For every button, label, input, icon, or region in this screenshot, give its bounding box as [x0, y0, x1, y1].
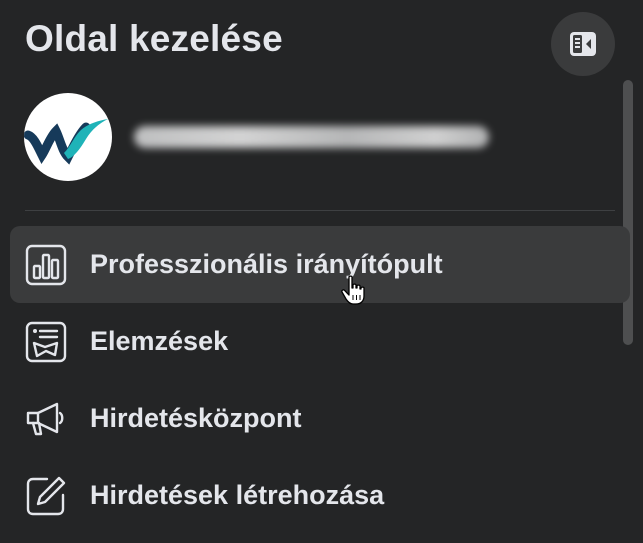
sidebar-collapse-icon: [570, 32, 596, 56]
page-name-redacted: [134, 126, 489, 148]
menu-item-insights[interactable]: Elemzések: [10, 303, 630, 380]
menu-item-professional-dashboard[interactable]: Professzionális irányítópult: [10, 226, 630, 305]
dashboard-chart-icon: [24, 243, 68, 287]
menu-item-label: Hirdetésközpont: [90, 403, 302, 433]
menu-item-create-ads[interactable]: Hirdetések létrehozása: [10, 457, 630, 534]
page-avatar[interactable]: [24, 93, 112, 181]
menu-item-ad-center[interactable]: Hirdetésközpont: [10, 380, 630, 457]
menu-item-label: Elemzések: [90, 326, 229, 356]
management-menu: Professzionális irányítópult Elemzések H…: [10, 226, 630, 534]
menu-item-label: Hirdetések létrehozása: [90, 480, 385, 510]
divider: [25, 210, 615, 211]
hand-cursor-icon: [341, 275, 365, 305]
pencil-edit-icon: [24, 474, 68, 518]
insights-icon: [24, 320, 68, 364]
page-profile[interactable]: [24, 92, 584, 182]
menu-item-label: Professzionális irányítópult: [90, 249, 443, 279]
brand-logo-icon: [24, 119, 108, 165]
page-title: Oldal kezelése: [25, 18, 283, 59]
collapse-sidebar-button[interactable]: [551, 12, 615, 76]
megaphone-icon: [24, 397, 68, 441]
manage-page-panel: Oldal kezelése Professzionális irányítóp…: [0, 0, 643, 543]
